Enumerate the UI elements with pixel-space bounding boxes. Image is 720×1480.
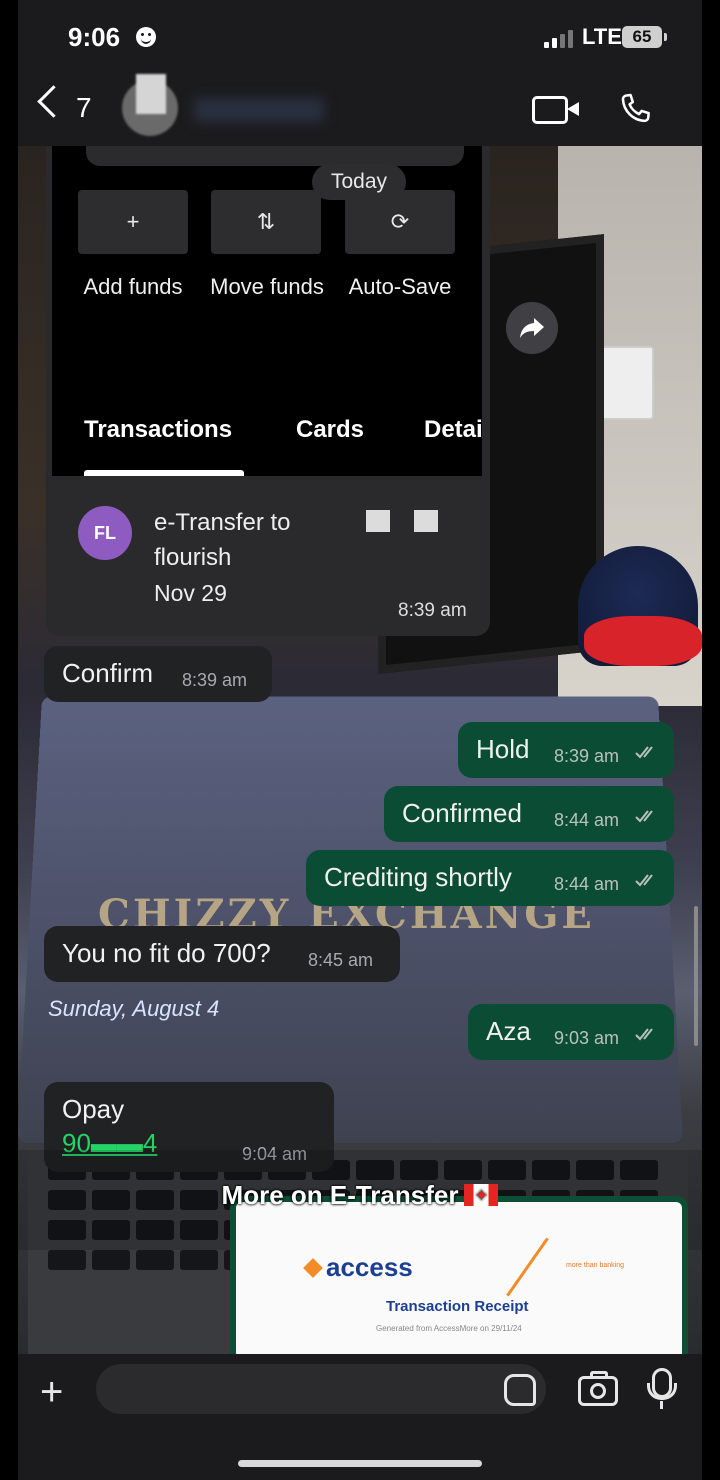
date-divider: Today [312,164,406,200]
message-text: Confirmed [402,798,522,828]
message-composer: + [18,1354,702,1480]
add-funds-label: Add funds [83,274,183,299]
move-funds-tile: ⇅ [211,190,321,254]
message-time: 8:45 am [308,950,374,970]
message-time: 8:39 am [554,746,620,766]
transfer-icon: ⇅ [256,209,276,234]
message-time: 8:44 am [554,874,620,894]
redaction-box [366,510,390,532]
auto-save-icon: ⟳ [390,209,410,234]
scroll-indicator[interactable] [694,906,698,1046]
receipt-generated: Generated from AccessMore on 29/11/24 [376,1324,522,1333]
video-call-icon[interactable] [532,96,568,124]
canada-flag-icon [464,1184,499,1206]
unread-count[interactable]: 7 [76,92,92,124]
read-receipt-icon [635,1028,653,1041]
phone-call-icon[interactable] [616,90,654,128]
message-text: Confirm [62,658,154,688]
microphone-icon[interactable] [647,1368,677,1409]
read-receipt-icon [635,874,653,887]
auto-save-label: Auto-Save [348,274,452,299]
network-type: LTE [582,24,622,49]
contact-avatar[interactable] [122,74,178,136]
message-input[interactable] [96,1364,546,1414]
transaction-date: Nov 29 [154,580,227,606]
transaction-avatar: FL [78,506,132,560]
camera-icon[interactable] [578,1371,618,1406]
tab-details: Detai [424,416,483,443]
message-text: Opay [62,1094,125,1124]
status-time: 9:06 [68,22,121,52]
bank-app-screenshot: + ⇅ ⟳ Add funds Move funds Auto-Save Tra… [52,146,483,476]
contact-name-blurred[interactable] [194,98,324,122]
message-text: Aza [486,1016,531,1046]
message-bubble-outgoing[interactable]: Aza 9:03 am [468,1004,674,1060]
battery-icon: 65 [622,26,667,48]
forward-button[interactable] [506,302,558,354]
message-bubble-outgoing[interactable]: Confirmed 8:44 am [384,786,674,842]
home-indicator[interactable] [238,1460,482,1467]
sticker-icon[interactable] [504,1374,536,1406]
message-time: 8:39 am [398,600,467,621]
read-receipt-icon [635,746,653,759]
add-icon: + [126,209,140,234]
transaction-title: e-Transfer to flourish [154,509,291,571]
message-text: Hold [476,734,530,764]
status-bar: 9:06 LTE 65 [18,0,702,72]
caption-text: More on E-Transfer [221,1180,459,1210]
receipt-title: Transaction Receipt [386,1298,529,1315]
message-bubble-incoming[interactable]: Confirm 8:39 am [44,646,272,702]
tab-transactions: Transactions [84,416,233,443]
back-chevron-icon[interactable] [37,85,70,118]
attach-plus-icon[interactable]: + [40,1370,63,1415]
read-receipt-icon [635,810,653,823]
move-funds-label: Move funds [210,274,324,299]
background-date-text: Sunday, August 4 [48,996,220,1021]
active-tab-indicator [84,470,244,476]
add-funds-tile: + [78,190,188,254]
chat-screen: 9:06 LTE 65 7 CHIZZY EXCHANGE Sunday, Au… [18,0,702,1480]
message-text: Crediting shortly [324,862,512,892]
message-bubble-incoming[interactable]: You no fit do 700? 8:45 am [44,926,400,982]
receipt-image: access more than banking Transaction Rec… [230,1196,688,1368]
message-bubble-outgoing[interactable]: Crediting shortly 8:44 am [306,850,674,906]
message-time: 9:03 am [554,1028,620,1048]
message-time: 8:44 am [554,810,620,830]
chat-header: 7 [18,72,702,146]
message-text: You no fit do 700? [62,938,271,968]
forward-icon [520,318,544,338]
receipt-tagline: more than banking [566,1262,624,1269]
access-logo: access [306,1252,413,1283]
receipt-decoration [506,1237,549,1297]
focus-mode-icon [136,27,156,47]
redaction-box [414,510,438,532]
tab-cards: Cards [296,416,365,443]
story-caption: More on E-Transfer [18,1180,702,1211]
message-bubble-outgoing[interactable]: Hold 8:39 am [458,722,674,778]
message-time: 8:39 am [182,670,248,690]
